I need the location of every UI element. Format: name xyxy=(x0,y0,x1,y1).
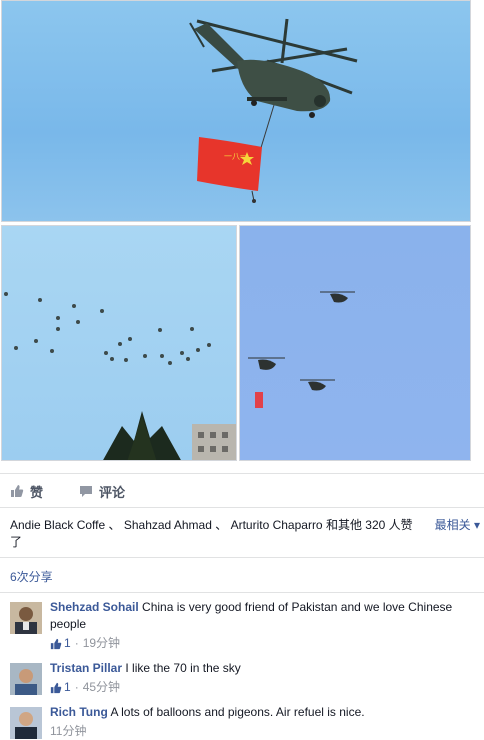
likers-list[interactable]: Andie Black Coffe 、 Shahzad Ahmad 、 Artu… xyxy=(10,517,422,551)
avatar[interactable] xyxy=(10,707,42,739)
comment-time[interactable]: 45分钟 xyxy=(83,679,120,696)
avatar[interactable] xyxy=(10,602,42,634)
like-label: 赞 xyxy=(30,484,44,500)
thumbs-up-icon xyxy=(11,485,24,497)
comment-item: Rich Tung A lots of balloons and pigeons… xyxy=(10,704,480,740)
comment-like-count[interactable]: 1 xyxy=(64,679,71,696)
photo-helicopter-flag[interactable]: 一八一 xyxy=(1,0,471,222)
comment-button[interactable]: 评论 xyxy=(79,482,125,501)
thumbs-up-icon xyxy=(50,638,62,649)
avatar[interactable] xyxy=(10,663,42,695)
photo-aircraft-formation[interactable] xyxy=(1,225,237,461)
photo-three-helicopters[interactable] xyxy=(239,225,471,461)
comment-item: Tristan Pillar I like the 70 in the sky … xyxy=(10,660,480,696)
speech-bubble-icon xyxy=(80,486,93,497)
comment-author[interactable]: Shehzad Sohail xyxy=(50,600,139,614)
comment-text: I like the 70 in the sky xyxy=(125,661,241,675)
comment-text: A lots of balloons and pigeons. Air refu… xyxy=(110,705,365,719)
thumbs-up-icon xyxy=(50,682,62,693)
comment-item: Shehzad Sohail China is very good friend… xyxy=(10,599,480,652)
shares-count[interactable]: 6次分享 xyxy=(10,568,53,585)
comment-author[interactable]: Tristan Pillar xyxy=(50,661,122,675)
comment-time[interactable]: 19分钟 xyxy=(83,635,120,652)
comment-time[interactable]: 11分钟 xyxy=(50,723,86,740)
sort-dropdown[interactable]: 最相关 ▾ xyxy=(435,517,480,534)
comment-like-count[interactable]: 1 xyxy=(64,635,71,652)
like-button[interactable]: 赞 xyxy=(10,482,43,501)
comment-author[interactable]: Rich Tung xyxy=(50,705,108,719)
comment-label: 评论 xyxy=(99,484,126,500)
likes-summary: Andie Black Coffe 、 Shahzad Ahmad 、 Artu… xyxy=(10,517,484,551)
flag-text: 一八一 xyxy=(224,152,248,161)
post-actions: 赞 评论 xyxy=(10,480,161,502)
